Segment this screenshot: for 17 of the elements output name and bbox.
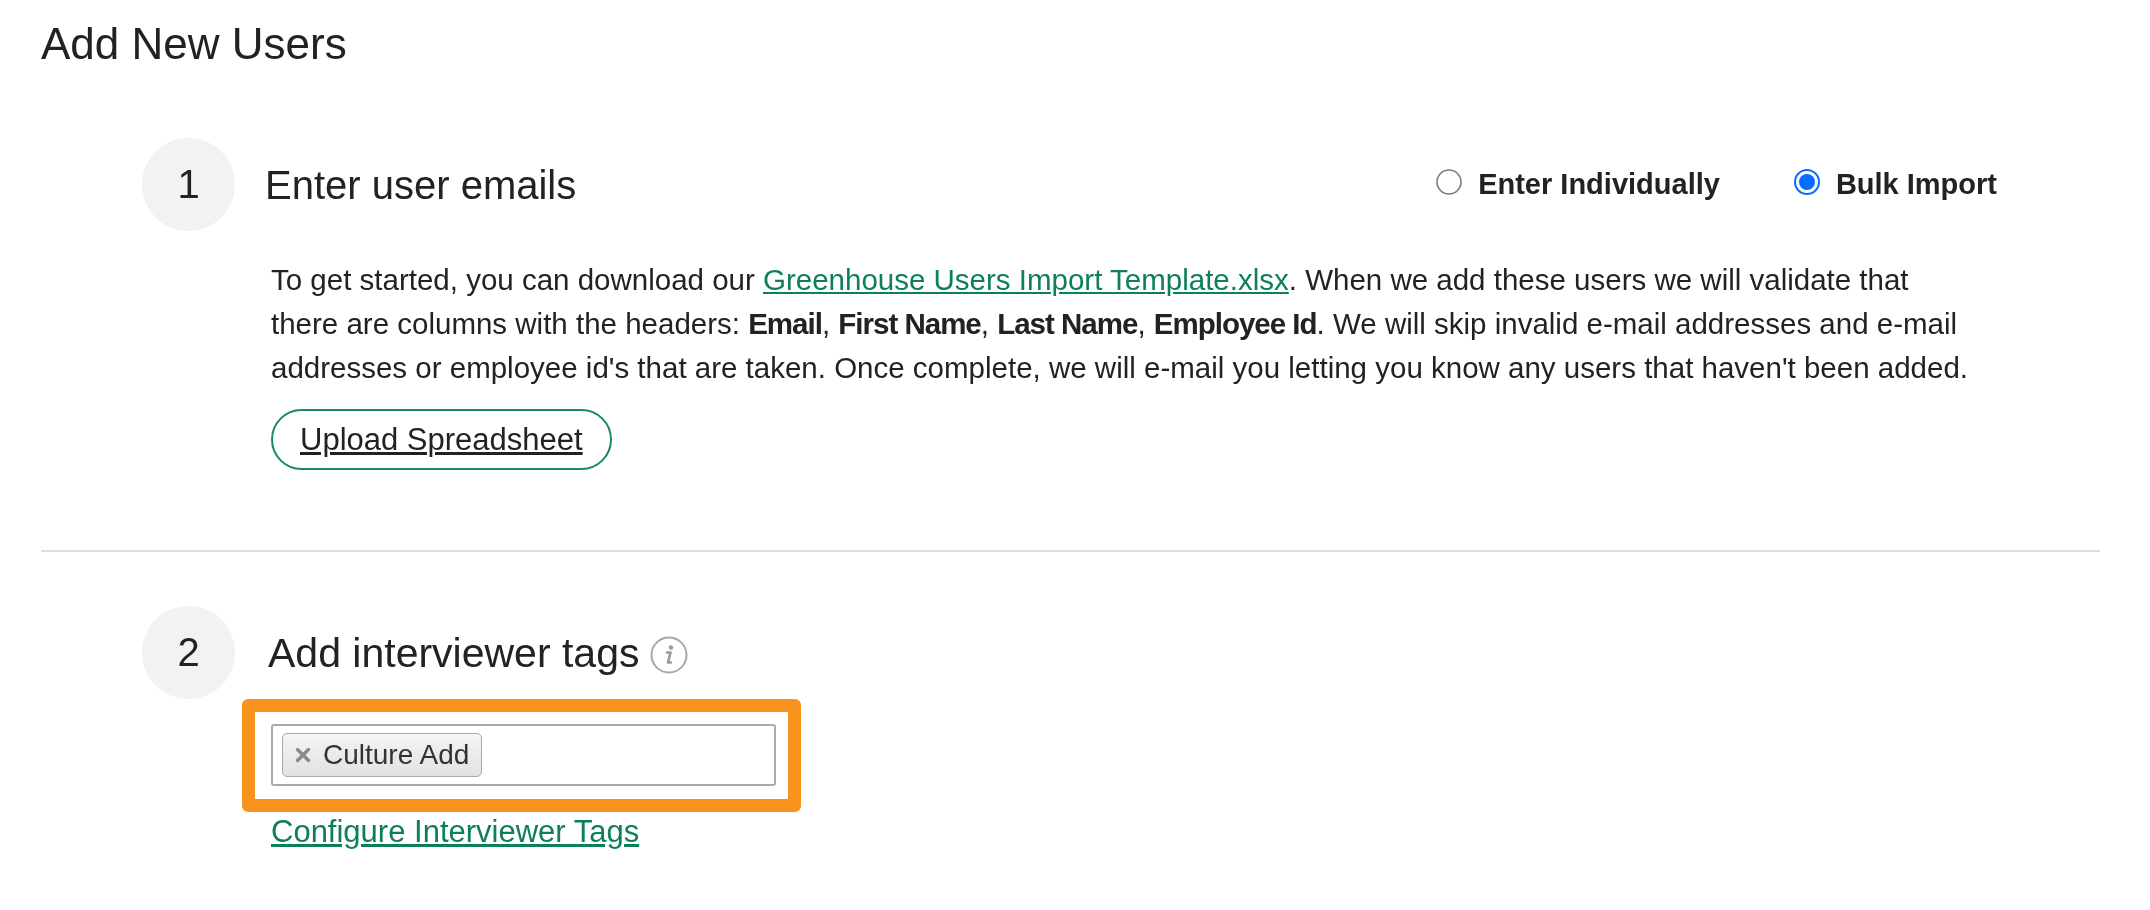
step-number: 2 bbox=[142, 606, 235, 699]
tags-input-field[interactable]: Culture Add bbox=[271, 724, 776, 786]
step-heading: Add interviewer tags bbox=[268, 628, 640, 677]
radio-option[interactable]: Enter Individually bbox=[1436, 168, 1720, 201]
radio-icon[interactable] bbox=[1436, 168, 1463, 195]
tag-label: Culture Add bbox=[323, 739, 470, 771]
info-icon[interactable] bbox=[650, 635, 689, 674]
template-download-link[interactable]: Greenhouse Users Import Template.xlsx bbox=[763, 263, 1289, 296]
step-number: 1 bbox=[142, 138, 235, 231]
step-heading: Enter user emails bbox=[265, 161, 577, 209]
intro-paragraph: To get started, you can download our Greenhouse Users Import Template.xlsx. When we add these users we will validate that there are columns with the headers: Email, First Name, Last Name, Employee Id. We will skip invalid e-mail addresses and e-mail addresses or employee id's that are taken. Once complete, we will e-mail you letting you know any users that haven't been added. bbox=[271, 262, 1969, 386]
configure-tags-link[interactable]: Configure Interviewer Tags bbox=[271, 814, 640, 850]
radio-icon[interactable] bbox=[1793, 168, 1820, 195]
page-title: Add New Users bbox=[41, 20, 347, 68]
upload-spreadsheet-button[interactable]: Upload Spreadsheet bbox=[271, 409, 612, 470]
radio-option[interactable]: Bulk Import bbox=[1793, 168, 1997, 201]
close-icon[interactable] bbox=[295, 747, 311, 763]
